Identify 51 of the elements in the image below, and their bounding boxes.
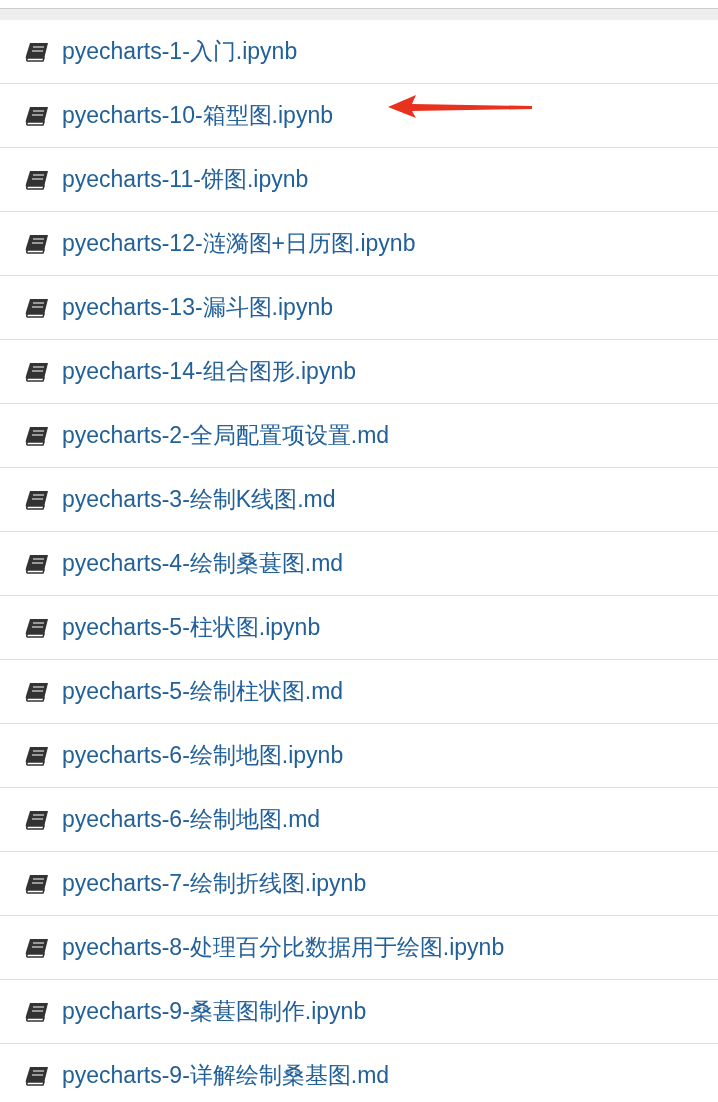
file-link[interactable]: pyecharts-14-组合图形.ipynb [62,354,356,389]
book-icon [24,232,50,255]
book-icon [24,104,50,127]
book-icon [24,808,50,831]
book-icon [24,936,50,959]
file-link[interactable]: pyecharts-11-饼图.ipynb [62,162,309,197]
book-icon [24,40,50,63]
file-row[interactable]: pyecharts-12-涟漪图+日历图.ipynb [0,212,718,276]
file-row[interactable]: pyecharts-11-饼图.ipynb [0,148,718,212]
book-icon [24,1000,50,1023]
file-link[interactable]: pyecharts-4-绘制桑葚图.md [62,546,344,581]
file-link[interactable]: pyecharts-9-桑葚图制作.ipynb [62,994,367,1029]
file-link[interactable]: pyecharts-10-箱型图.ipynb [62,98,333,133]
file-link[interactable]: pyecharts-1-入门.ipynb [62,34,298,69]
file-row[interactable]: pyecharts-5-柱状图.ipynb [0,596,718,660]
file-row[interactable]: pyecharts-8-处理百分比数据用于绘图.ipynb [0,916,718,980]
book-icon [24,552,50,575]
book-icon [24,1064,50,1087]
file-link[interactable]: pyecharts-12-涟漪图+日历图.ipynb [62,226,416,261]
file-link[interactable]: pyecharts-6-绘制地图.ipynb [62,738,344,773]
file-link[interactable]: pyecharts-8-处理百分比数据用于绘图.ipynb [62,930,505,965]
file-link[interactable]: pyecharts-13-漏斗图.ipynb [62,290,333,325]
file-row[interactable]: pyecharts-1-入门.ipynb [0,20,718,84]
file-row[interactable]: pyecharts-14-组合图形.ipynb [0,340,718,404]
file-row[interactable]: pyecharts-5-绘制柱状图.md [0,660,718,724]
book-icon [24,360,50,383]
book-icon [24,616,50,639]
book-icon [24,424,50,447]
book-icon [24,872,50,895]
file-link[interactable]: pyecharts-6-绘制地图.md [62,802,321,837]
file-row[interactable]: pyecharts-6-绘制地图.ipynb [0,724,718,788]
file-row[interactable]: pyecharts-7-绘制折线图.ipynb [0,852,718,916]
file-row[interactable]: pyecharts-9-详解绘制桑基图.md [0,1044,718,1102]
file-link[interactable]: pyecharts-5-绘制柱状图.md [62,674,344,709]
book-icon [24,680,50,703]
file-row[interactable]: pyecharts-6-绘制地图.md [0,788,718,852]
file-row[interactable]: pyecharts-3-绘制K线图.md [0,468,718,532]
file-row[interactable]: pyecharts-13-漏斗图.ipynb [0,276,718,340]
book-icon [24,168,50,191]
file-row[interactable]: pyecharts-2-全局配置项设置.md [0,404,718,468]
file-row[interactable]: pyecharts-9-桑葚图制作.ipynb [0,980,718,1044]
file-link[interactable]: pyecharts-3-绘制K线图.md [62,482,336,517]
file-link[interactable]: pyecharts-5-柱状图.ipynb [62,610,321,645]
book-icon [24,296,50,319]
file-link[interactable]: pyecharts-2-全局配置项设置.md [62,418,390,453]
book-icon [24,744,50,767]
file-link[interactable]: pyecharts-9-详解绘制桑基图.md [62,1058,390,1093]
book-icon [24,488,50,511]
file-row[interactable]: pyecharts-10-箱型图.ipynb [0,84,718,148]
file-row[interactable]: pyecharts-4-绘制桑葚图.md [0,532,718,596]
file-link[interactable]: pyecharts-7-绘制折线图.ipynb [62,866,367,901]
